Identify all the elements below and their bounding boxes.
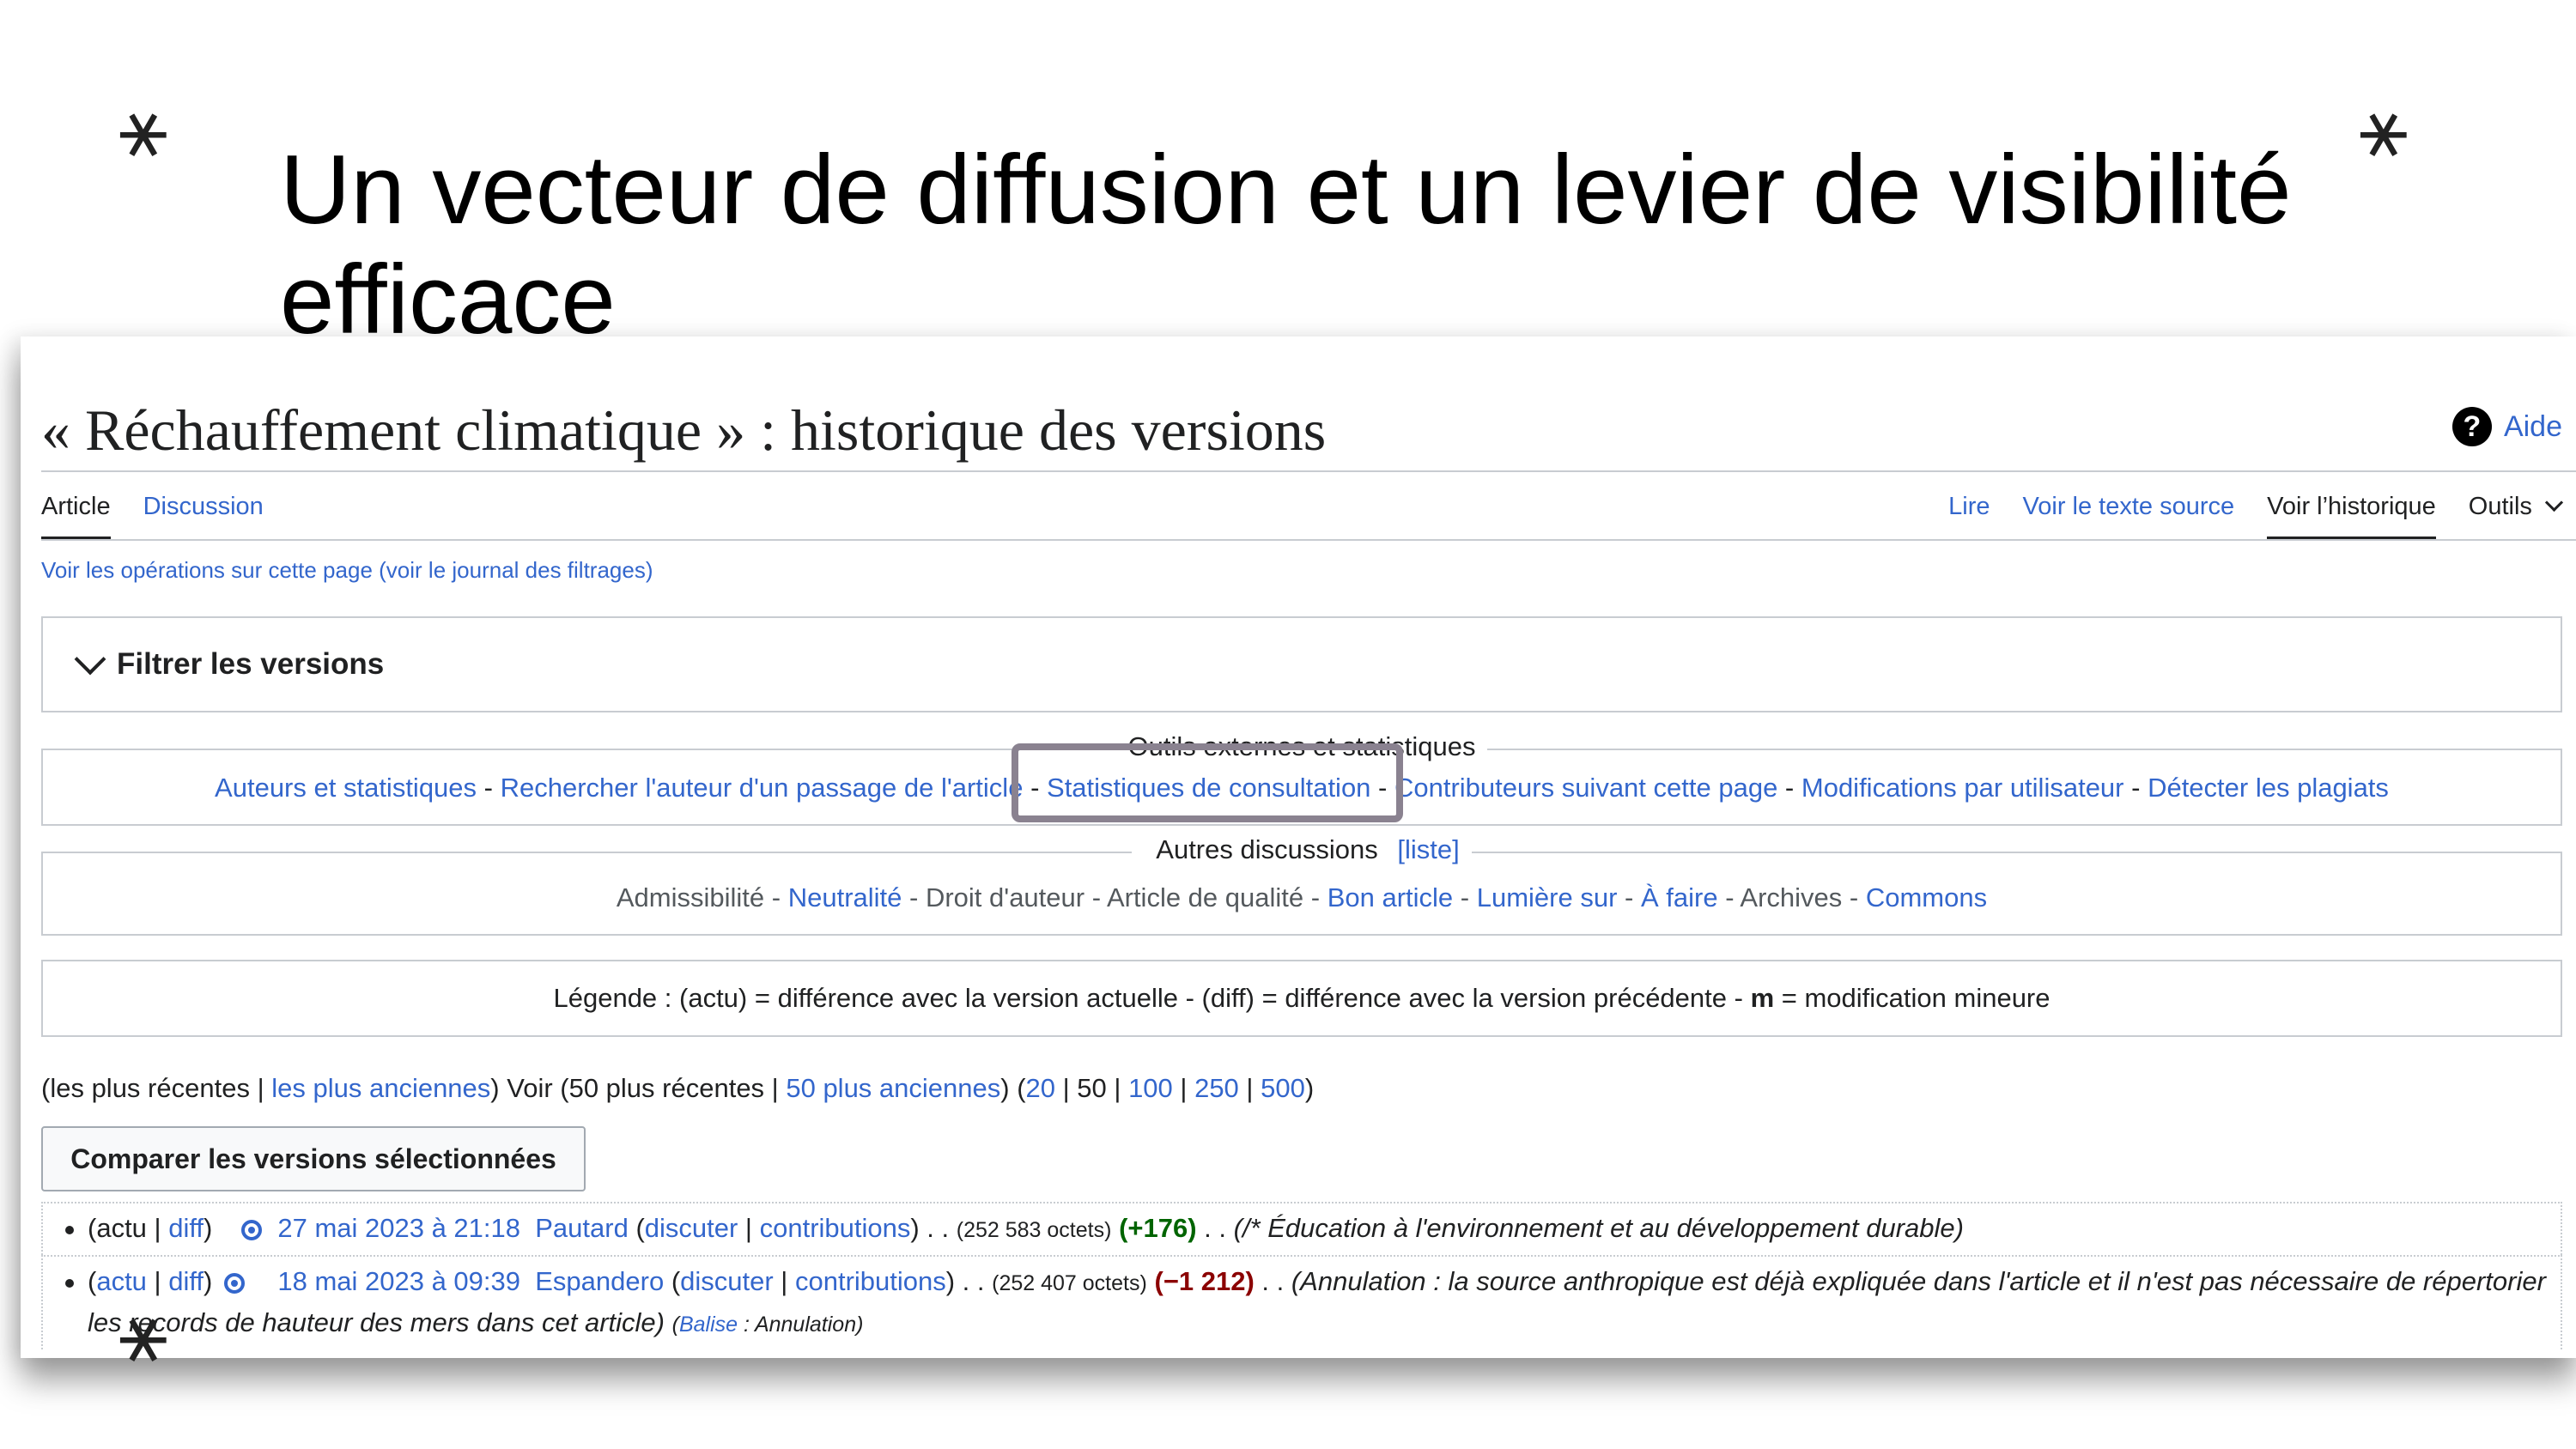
asterisk-star-icon: ⚹	[118, 1284, 168, 1380]
version-radio[interactable]	[224, 1272, 246, 1294]
filter-label: Filtrer les versions	[117, 647, 385, 681]
link-watchers[interactable]: Contributeurs suivant cette page	[1394, 773, 1777, 803]
operations-link[interactable]: Voir les opérations sur cette page	[41, 557, 373, 583]
history-row: (actu | diff) 18 mai 2023 à 09:39 Espande…	[41, 1255, 2562, 1349]
disc-todo[interactable]: À faire	[1641, 882, 1718, 912]
chevron-down-icon	[74, 643, 106, 676]
filter-panel[interactable]: Filtrer les versions	[41, 616, 2562, 712]
slide-title: Un vecteur de diffusion et un levier de …	[280, 136, 2292, 355]
user-link[interactable]: Pautard	[535, 1213, 629, 1243]
version-radio[interactable]	[241, 1219, 263, 1240]
tools-label: Outils	[2468, 493, 2532, 520]
operations-line: Voir les opérations sur cette page (voir…	[41, 557, 653, 584]
discussions-legend: Autres discussions [liste]	[43, 834, 2561, 865]
help-link[interactable]: ? Aide	[2451, 407, 2562, 446]
tools-menu[interactable]: Outils	[2468, 493, 2564, 537]
disc-spotlight[interactable]: Lumière sur	[1477, 882, 1618, 912]
tab-view-source[interactable]: Voir le texte source	[2023, 493, 2235, 537]
count-20[interactable]: 20	[1026, 1073, 1055, 1103]
user-link[interactable]: Espandero	[535, 1266, 664, 1296]
filter-toggle[interactable]: Filtrer les versions	[74, 643, 385, 682]
older-50-link[interactable]: 50 plus anciennes	[786, 1073, 1000, 1103]
tab-discussion[interactable]: Discussion	[143, 493, 264, 539]
other-discussions-box: Autres discussions [liste] Admissibilité…	[41, 834, 2562, 936]
ops-paren-open: (	[372, 557, 386, 583]
wikipedia-history-screenshot: « Réchauffement climatique » : historiqu…	[21, 336, 2576, 1358]
namespace-tabs: Article Discussion	[41, 493, 264, 539]
divider	[41, 470, 2576, 472]
disc-copyright: Droit d'auteur	[925, 882, 1085, 912]
page-title: « Réchauffement climatique » : historiqu…	[41, 397, 1327, 463]
link-find-author[interactable]: Rechercher l'auteur d'un passage de l'ar…	[501, 773, 1024, 803]
highlight-frame	[1012, 743, 1403, 822]
asterisk-star-icon: ⚹	[2359, 79, 2409, 175]
link-plagiarism[interactable]: Détecter les plagiats	[2148, 773, 2389, 803]
revision-date-link[interactable]: 27 mai 2023 à 21:18	[277, 1213, 520, 1243]
legend-box: Légende : (actu) = différence avec la ve…	[41, 960, 2562, 1037]
discussions-list-link[interactable]: [liste]	[1397, 834, 1459, 864]
disc-commons[interactable]: Commons	[1866, 882, 1987, 912]
oldest-link[interactable]: les plus anciennes	[271, 1073, 490, 1103]
count-500[interactable]: 500	[1261, 1073, 1305, 1103]
contribs-link[interactable]: contributions	[795, 1266, 946, 1296]
ops-paren-close: )	[645, 557, 653, 583]
help-label[interactable]: Aide	[2504, 410, 2562, 444]
count-100[interactable]: 100	[1128, 1073, 1173, 1103]
asterisk-star-icon: ⚹	[118, 79, 168, 175]
disc-neutrality[interactable]: Neutralité	[788, 882, 902, 912]
revision-date-link[interactable]: 18 mai 2023 à 09:39	[277, 1266, 520, 1296]
bullet	[65, 1226, 74, 1234]
talk-link[interactable]: discuter	[645, 1213, 738, 1243]
divider	[41, 539, 2576, 541]
disc-admissibility: Admissibilité	[616, 882, 765, 912]
diff-link[interactable]: diff	[168, 1213, 204, 1243]
talk-link[interactable]: discuter	[680, 1266, 774, 1296]
view-tabs: Lire Voir le texte source Voir l’histori…	[1948, 493, 2564, 539]
link-authors-stats[interactable]: Auteurs et statistiques	[215, 773, 477, 803]
bullet	[65, 1279, 74, 1288]
link-user-edits[interactable]: Modifications par utilisateur	[1801, 773, 2124, 803]
filter-log-link[interactable]: voir le journal des filtrages	[386, 557, 646, 583]
tag-link[interactable]: Balise	[679, 1313, 738, 1337]
disc-good-article[interactable]: Bon article	[1327, 882, 1453, 912]
chevron-down-icon	[2544, 493, 2564, 512]
tab-read[interactable]: Lire	[1948, 493, 1990, 537]
history-row: (actu | diff) 27 mai 2023 à 21:18 Pautard…	[41, 1202, 2562, 1255]
compare-versions-button[interactable]: Comparer les versions sélectionnées	[41, 1126, 586, 1191]
diff-link[interactable]: diff	[168, 1266, 204, 1296]
question-circle-icon: ?	[2451, 407, 2492, 446]
disc-archives: Archives	[1740, 882, 1843, 912]
disc-featured: Article de qualité	[1106, 882, 1304, 912]
contribs-link[interactable]: contributions	[760, 1213, 911, 1243]
count-250[interactable]: 250	[1194, 1073, 1239, 1103]
tab-history[interactable]: Voir l’historique	[2267, 493, 2436, 539]
pagination-nav: (les plus récentes | les plus anciennes)…	[41, 1073, 1315, 1103]
tab-article[interactable]: Article	[41, 493, 111, 539]
history-list: (actu | diff) 27 mai 2023 à 21:18 Pautard…	[41, 1202, 2562, 1349]
